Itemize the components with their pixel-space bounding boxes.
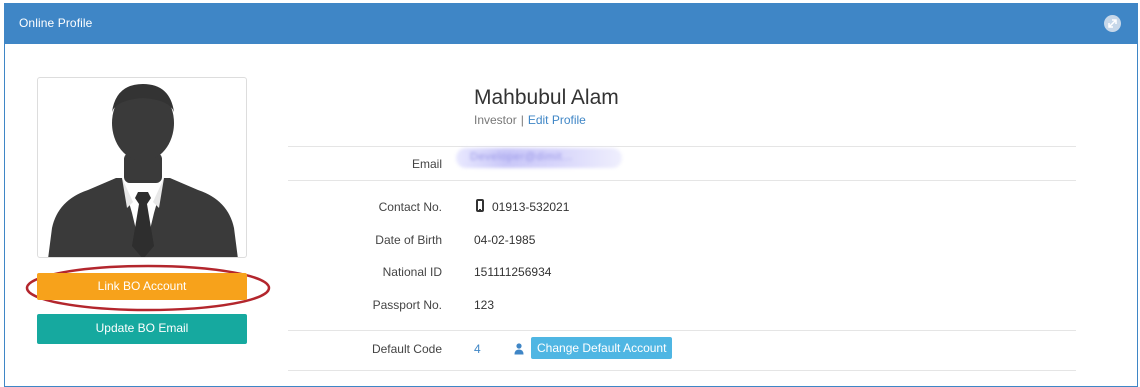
default-code-label: Default Code: [371, 342, 442, 356]
national-id-label: National ID: [382, 265, 442, 279]
divider: [288, 146, 1076, 147]
contact-value: 01913-532021: [492, 200, 570, 214]
profile-subline: Investor | Edit Profile: [474, 113, 586, 127]
panel-header: Online Profile: [5, 4, 1137, 44]
edit-profile-link[interactable]: Edit Profile: [528, 113, 586, 127]
change-default-account-button[interactable]: Change Default Account: [531, 337, 673, 359]
profile-name: Mahbubul Alam: [474, 86, 619, 109]
link-bo-account-button[interactable]: Link BO Account: [37, 273, 247, 300]
email-value-blurred: Developer@dimit...: [456, 148, 622, 168]
profile-role: Investor: [474, 113, 517, 127]
default-code-value[interactable]: 4: [474, 342, 481, 356]
email-label: Email: [411, 157, 442, 171]
divider: [288, 370, 1076, 371]
divider: [288, 180, 1076, 181]
email-value: Developer@dimit...: [470, 151, 573, 163]
user-icon: [514, 343, 524, 355]
panel-title: Online Profile: [19, 16, 93, 30]
divider: [288, 330, 1076, 331]
dob-label: Date of Birth: [375, 233, 442, 247]
update-bo-email-button[interactable]: Update BO Email: [37, 314, 247, 344]
phone-icon: [476, 199, 484, 212]
collapse-icon[interactable]: [1104, 15, 1121, 32]
national-id-value: 151111256934: [474, 265, 552, 279]
subline-separator: |: [520, 113, 524, 127]
person-silhouette-icon: [48, 84, 238, 257]
passport-value: 123: [474, 298, 495, 312]
passport-label: Passport No.: [372, 298, 442, 312]
dob-value: 04-02-1985: [474, 233, 536, 247]
profile-photo: [37, 77, 247, 258]
contact-label: Contact No.: [378, 200, 442, 214]
